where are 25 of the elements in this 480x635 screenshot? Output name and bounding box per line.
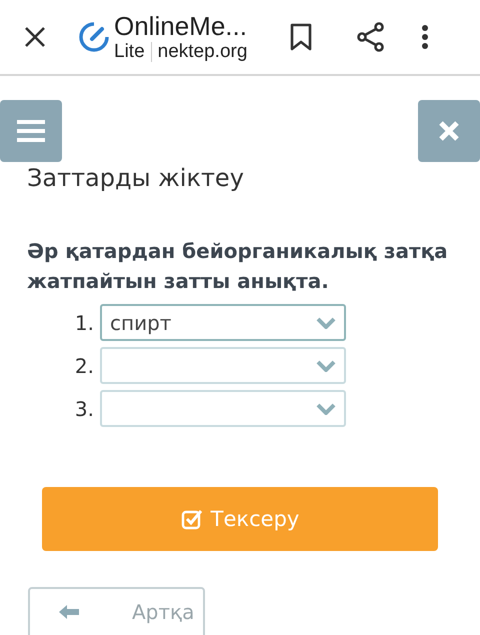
arrow-left-icon xyxy=(58,604,80,620)
chevron-icon xyxy=(316,402,336,414)
menu-icon xyxy=(16,119,46,143)
close-icon xyxy=(438,120,460,142)
checkbox-icon xyxy=(180,508,203,530)
chevron-icon xyxy=(316,360,336,372)
bookmark-icon[interactable] xyxy=(290,23,312,51)
answer-dropdown[interactable]: спирт xyxy=(100,304,346,341)
check-button[interactable]: Тексеру xyxy=(42,487,438,551)
answer-number: 1. xyxy=(74,310,94,334)
menu-button[interactable] xyxy=(0,100,62,162)
page-title: OnlineMe... xyxy=(114,11,248,41)
close-button[interactable] xyxy=(418,100,480,162)
answer-number: 3. xyxy=(74,396,94,420)
task-heading: Заттарды жіктеу xyxy=(27,164,245,192)
lite-label: Lite xyxy=(114,41,145,63)
gauge-icon xyxy=(78,21,110,53)
share-icon[interactable] xyxy=(357,22,385,52)
close-icon[interactable] xyxy=(24,26,46,48)
domain-label: nektep.org xyxy=(158,41,248,63)
back-button[interactable]: Артқа xyxy=(28,587,205,635)
question-text: Әр қатардан бейорганикалық затқа жатпайтын затты анықта. xyxy=(27,238,449,295)
more-icon[interactable] xyxy=(421,24,429,50)
answer-number: 2. xyxy=(74,354,94,378)
chevron-icon xyxy=(316,316,336,328)
